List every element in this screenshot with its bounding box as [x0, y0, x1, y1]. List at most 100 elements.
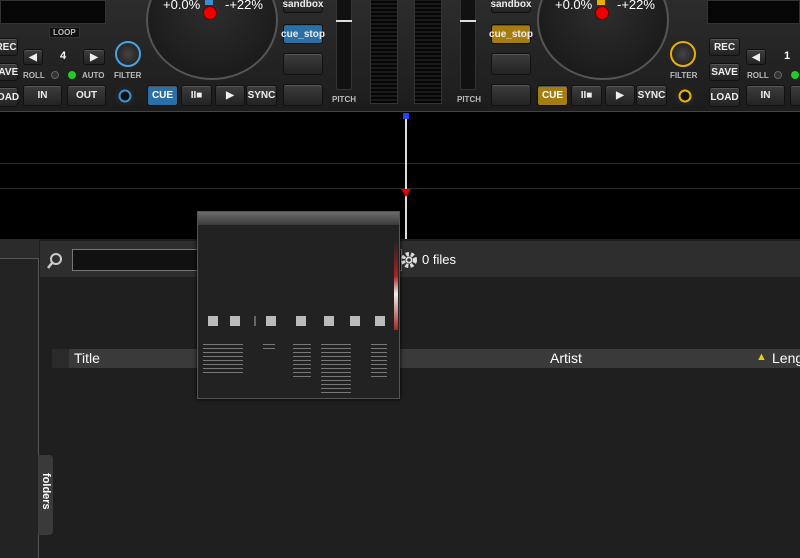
left-sandbox-button[interactable]: sandbox [282, 0, 324, 13]
search-icon[interactable] [46, 252, 66, 270]
thumb-text [293, 344, 311, 380]
right-filter-label: FILTER [670, 71, 698, 80]
decks-panel: LOOP REC SAVE LOAD ◀ 4 ▶ ROLL AUTO IN OU… [0, 0, 800, 112]
left-platter-marker [203, 6, 217, 20]
left-roll-led[interactable] [51, 71, 59, 79]
right-pause-button[interactable]: II■ [571, 85, 602, 106]
left-loop-label: LOOP [49, 27, 80, 38]
left-pad-button-2[interactable] [283, 84, 323, 106]
gear-icon[interactable] [399, 250, 419, 270]
waveform-area[interactable] [0, 113, 800, 239]
column-title[interactable]: Title [74, 350, 100, 366]
file-count: 0 files [422, 252, 456, 267]
thumb-block [208, 316, 218, 326]
right-auto-led[interactable] [791, 71, 799, 79]
folder-pane-header [0, 239, 39, 259]
playhead-mid-marker [401, 189, 411, 197]
right-out-button[interactable] [790, 85, 800, 106]
waveform-divider [0, 188, 800, 189]
waveform-divider [0, 163, 800, 164]
column-header-gutter [52, 349, 69, 368]
right-loop-prev-button[interactable]: ◀ [746, 49, 766, 65]
left-play-button[interactable]: ▶ [215, 85, 245, 106]
thumb-block [266, 316, 276, 326]
left-in-button[interactable]: IN [23, 85, 62, 106]
thumb-line [254, 316, 256, 326]
column-header-row: Title Artist ▲ Leng [52, 349, 800, 368]
left-filter-knob[interactable] [115, 41, 141, 67]
left-load-button[interactable]: LOAD [0, 87, 19, 107]
folders-tab-label: folders [40, 473, 52, 510]
right-in-button[interactable]: IN [746, 85, 785, 106]
right-level-meter [414, 0, 442, 104]
right-pad-button-1[interactable] [491, 53, 531, 75]
left-marker-bar [205, 0, 213, 5]
right-filter-knob[interactable] [670, 41, 696, 67]
left-rec-button[interactable]: REC [0, 38, 18, 56]
left-pad-button-1[interactable] [283, 53, 323, 75]
left-roll-label: ROLL [23, 71, 45, 80]
drag-preview-thumbnail [197, 211, 400, 399]
right-deck-display [707, 0, 800, 24]
left-cue-stop-button[interactable]: cue_stop [281, 24, 325, 44]
right-play-button[interactable]: ▶ [605, 85, 635, 106]
right-platter-marker [595, 6, 609, 20]
left-loop-size: 4 [60, 50, 67, 62]
left-loop-prev-button[interactable]: ◀ [23, 49, 43, 65]
left-pitch-fader[interactable] [336, 0, 352, 90]
right-roll-led[interactable] [774, 71, 782, 79]
right-roll-label: ROLL [747, 71, 769, 80]
right-pitch-fader-handle[interactable] [460, 20, 476, 22]
left-vinyl-icon[interactable] [115, 86, 135, 106]
right-pad-button-2[interactable] [491, 84, 531, 106]
left-loop-next-button[interactable]: ▶ [83, 49, 105, 65]
left-pitch-label: PITCH [332, 95, 356, 104]
right-sandbox-button[interactable]: sandbox [490, 0, 532, 13]
left-pitch-fader-handle[interactable] [336, 20, 352, 22]
right-vinyl-icon[interactable] [675, 86, 695, 106]
right-save-button[interactable]: SAVE [709, 63, 740, 81]
folder-pane[interactable] [0, 239, 39, 558]
sort-ascending-icon[interactable]: ▲ [756, 351, 767, 363]
file-browser [0, 239, 800, 558]
right-pitch-value: +0.0% [555, 0, 593, 12]
thumb-block [324, 316, 334, 326]
thumb-block [350, 316, 360, 326]
right-rec-button[interactable]: REC [709, 38, 740, 56]
left-pause-button[interactable]: II■ [181, 85, 212, 106]
playhead-cursor [405, 113, 407, 239]
thumb-text [263, 344, 275, 352]
playhead-top-marker [403, 113, 409, 119]
right-loop-size: 1 [784, 50, 791, 62]
thumb-scrollbar [394, 240, 398, 330]
thumb-block [230, 316, 240, 326]
thumb-block [375, 316, 385, 326]
column-artist[interactable]: Artist [550, 350, 582, 366]
left-out-button[interactable]: OUT [67, 85, 106, 106]
thumb-text [203, 344, 243, 374]
left-level-meter [370, 0, 398, 104]
right-pitch-range: -+22% [617, 0, 655, 12]
left-pitch-range: -+22% [225, 0, 263, 12]
left-sync-button[interactable]: SYNC [246, 85, 277, 106]
left-save-button[interactable]: SAVE [0, 63, 18, 81]
left-cue-button[interactable]: CUE [147, 85, 178, 106]
right-sync-button[interactable]: SYNC [636, 85, 667, 106]
column-length[interactable]: Leng [772, 350, 800, 366]
left-filter-label: FILTER [114, 71, 142, 80]
left-auto-led[interactable] [68, 71, 76, 79]
right-load-button[interactable]: LOAD [709, 87, 740, 107]
thumb-text [371, 344, 387, 380]
thumb-text [321, 344, 351, 394]
left-deck-display [0, 0, 106, 24]
drag-preview-titlebar [198, 212, 399, 225]
thumb-block [296, 316, 306, 326]
folders-tab[interactable]: folders [38, 455, 53, 535]
right-marker-bar [597, 0, 605, 5]
left-auto-label: AUTO [82, 71, 105, 80]
right-cue-stop-button[interactable]: cue_stop [489, 24, 533, 44]
right-cue-button[interactable]: CUE [537, 85, 568, 106]
right-pitch-fader[interactable] [460, 0, 476, 90]
left-pitch-value: +0.0% [163, 0, 201, 12]
right-pitch-label: PITCH [457, 95, 481, 104]
